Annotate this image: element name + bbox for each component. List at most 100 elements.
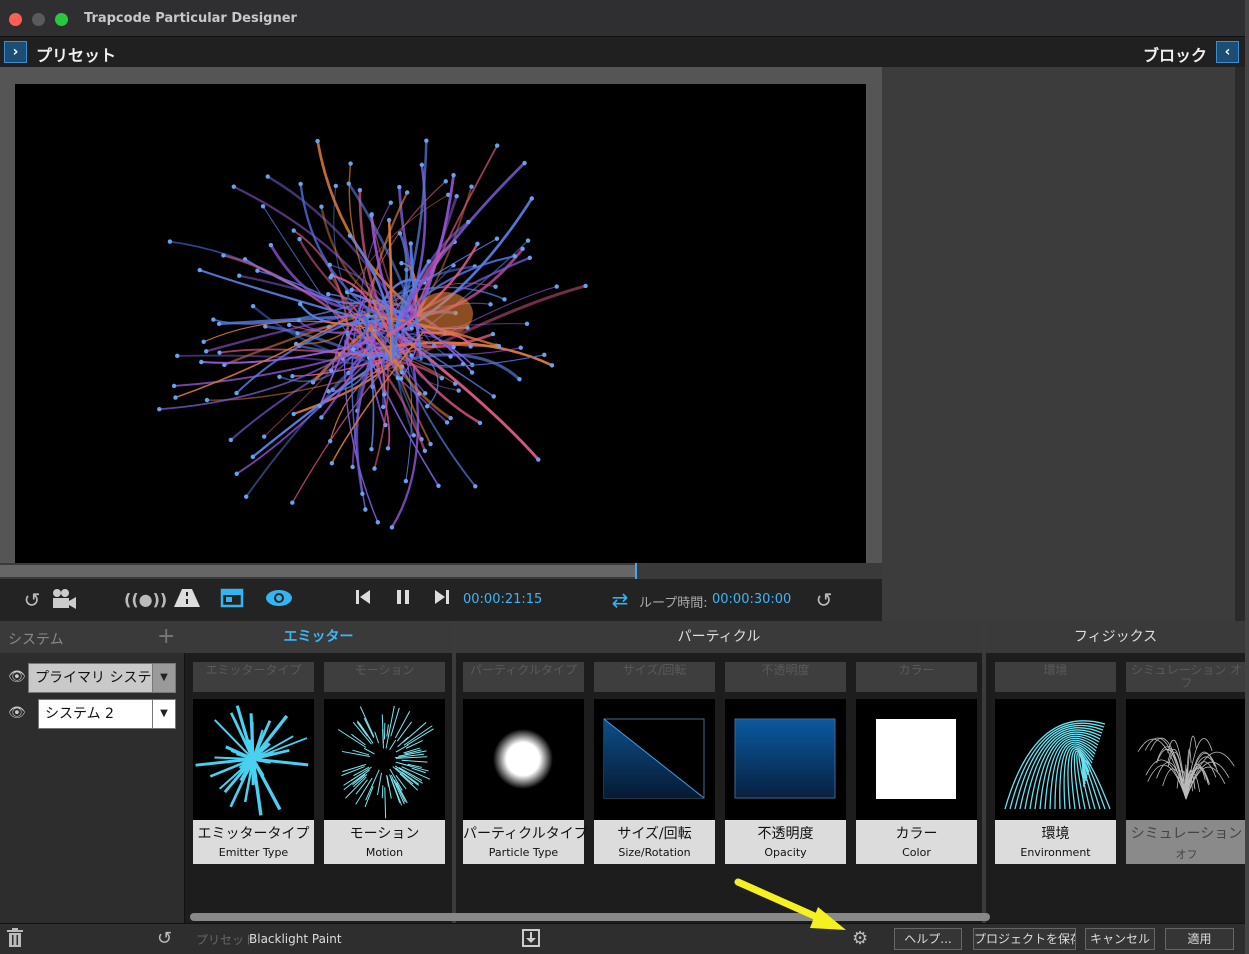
card-label: シミュレーション オフ	[1126, 820, 1245, 864]
ground-icon[interactable]	[172, 587, 202, 613]
chevron-down-icon[interactable]: ▼	[152, 700, 175, 728]
slot-emitter-type[interactable]: エミッタータイプ	[193, 662, 314, 692]
motion-thumbnail	[324, 699, 445, 820]
slot-simulation[interactable]: シミュレーション オフ	[1126, 662, 1245, 692]
card-size-rotation[interactable]: サイズ/回転 Size/Rotation	[594, 699, 715, 864]
timeline-progress	[0, 565, 636, 577]
tab-particle[interactable]: パーティクル	[456, 621, 982, 653]
eye-icon[interactable]	[263, 587, 295, 613]
window-edge	[1245, 0, 1249, 954]
emitter-type-thumbnail	[193, 699, 314, 820]
card-label-ja: モーション	[349, 826, 420, 842]
card-label-ja: カラー	[895, 826, 938, 842]
toggle-presets-button[interactable]: ›	[4, 41, 27, 63]
card-label: カラー Color	[856, 820, 977, 864]
card-label-ja: 環境	[1041, 826, 1070, 842]
color-thumbnail	[856, 699, 977, 820]
particle-type-thumbnail	[463, 699, 584, 820]
tab-physics[interactable]: フィジックス	[986, 621, 1245, 653]
blocks-label: ブロック	[1143, 46, 1208, 65]
system-name: プライマリ システム	[35, 670, 166, 686]
toggle-blocks-button[interactable]: ‹	[1216, 41, 1239, 63]
card-label: モーション Motion	[324, 820, 445, 864]
card-label-en: Color	[902, 846, 931, 859]
preview-viewport[interactable]	[15, 84, 866, 563]
preset-label: プリセット	[196, 933, 257, 947]
slot-environment[interactable]: 環境	[995, 662, 1116, 692]
cancel-button[interactable]: キャンセル	[1085, 928, 1155, 950]
card-label-ja: 不透明度	[757, 826, 814, 842]
card-label-en: Environment	[1020, 846, 1091, 859]
card-label-ja: パーティクルタイプ	[463, 826, 588, 842]
gear-icon[interactable]: ⚙	[852, 928, 868, 949]
preset-name: Blacklight Paint	[249, 932, 342, 946]
chevron-down-icon[interactable]: ▼	[152, 664, 175, 692]
save-project-button[interactable]: プロジェクトを保存	[973, 928, 1076, 950]
add-system-icon[interactable]: +	[157, 624, 175, 649]
opacity-thumbnail	[725, 699, 846, 820]
tab-emitter[interactable]: エミッター	[185, 621, 452, 653]
reset-icon[interactable]: ↺	[157, 928, 172, 949]
card-label-ja: エミッタータイプ	[197, 826, 310, 842]
presets-label: プリセット	[36, 46, 117, 65]
system-panel-header: システム +	[0, 621, 185, 653]
loop-icon[interactable]: ⇄	[606, 587, 634, 613]
title-bar: Trapcode Particular Designer	[0, 0, 1245, 37]
card-environment[interactable]: 環境 Environment	[995, 699, 1116, 864]
card-label-en: Opacity	[764, 846, 807, 859]
blocks-panel	[882, 67, 1235, 621]
slot-size-rotation[interactable]: サイズ/回転	[594, 662, 715, 692]
card-label: エミッタータイプ Emitter Type	[193, 820, 314, 864]
card-opacity[interactable]: 不透明度 Opacity	[725, 699, 846, 864]
slot-particle-type[interactable]: パーティクルタイプ	[463, 662, 584, 692]
system-select-primary[interactable]: プライマリ システム ▼	[28, 663, 176, 693]
close-window-button[interactable]	[9, 13, 22, 26]
slot-opacity[interactable]: 不透明度	[725, 662, 846, 692]
audio-icon[interactable]: ((●))	[124, 587, 167, 613]
card-label: 環境 Environment	[995, 820, 1116, 864]
viewer-frame	[0, 67, 882, 579]
particle-preview	[157, 138, 588, 530]
reset-icon[interactable]: ↺	[810, 587, 838, 613]
card-label-en: Particle Type	[488, 846, 559, 859]
card-emitter-type[interactable]: エミッタータイプ Emitter Type	[193, 699, 314, 864]
visibility-eye-icon[interactable]: 👁	[8, 705, 26, 721]
minimize-window-button[interactable]	[32, 13, 45, 26]
help-button[interactable]: ヘルプ...	[894, 928, 962, 950]
card-label-en: Emitter Type	[218, 846, 289, 859]
horizontal-scrollbar[interactable]	[190, 913, 990, 921]
system-name: システム 2	[45, 706, 114, 722]
skip-forward-icon[interactable]	[428, 587, 456, 613]
card-label-ja: シミュレーション	[1130, 826, 1243, 842]
slot-color[interactable]: カラー	[856, 662, 977, 692]
pause-icon[interactable]	[389, 587, 417, 613]
trash-icon[interactable]	[6, 928, 24, 953]
app-window: Trapcode Particular Designer › プリセット ブロッ…	[0, 0, 1245, 954]
category-divider	[982, 621, 986, 923]
timeline-scrubber[interactable]	[0, 563, 882, 579]
maximize-window-button[interactable]	[55, 13, 68, 26]
environment-thumbnail	[995, 699, 1116, 820]
window-title: Trapcode Particular Designer	[84, 11, 297, 26]
visibility-eye-icon[interactable]: 👁	[8, 669, 26, 685]
card-motion[interactable]: モーション Motion	[324, 699, 445, 864]
download-icon[interactable]	[521, 928, 541, 953]
card-particle-type[interactable]: パーティクルタイプ Particle Type	[463, 699, 588, 864]
loop-time-value[interactable]: 00:00:30:00	[712, 592, 791, 607]
slot-motion[interactable]: モーション	[324, 662, 445, 692]
system-select-2[interactable]: システム 2 ▼	[38, 699, 176, 729]
undo-icon[interactable]: ↺	[18, 587, 46, 613]
card-label: サイズ/回転 Size/Rotation	[594, 820, 715, 864]
frame-icon[interactable]	[218, 587, 246, 613]
card-color[interactable]: カラー Color	[856, 699, 977, 864]
category-panel: エミッター パーティクル フィジックス エミッタータイプ モーション パーティク…	[185, 621, 1245, 923]
apply-button[interactable]: 適用	[1165, 928, 1234, 950]
card-simulation[interactable]: シミュレーション オフ	[1126, 699, 1245, 864]
system-panel: システム + 👁 プライマリ システム ▼ 👁 システム 2 ▼	[0, 621, 185, 923]
timeline-playhead[interactable]	[635, 563, 638, 579]
skip-back-icon[interactable]	[349, 587, 377, 613]
camera-icon[interactable]	[48, 587, 80, 613]
current-timecode: 00:00:21:15	[463, 592, 543, 607]
card-label: パーティクルタイプ Particle Type	[463, 820, 588, 864]
card-label-en: Size/Rotation	[618, 846, 691, 859]
